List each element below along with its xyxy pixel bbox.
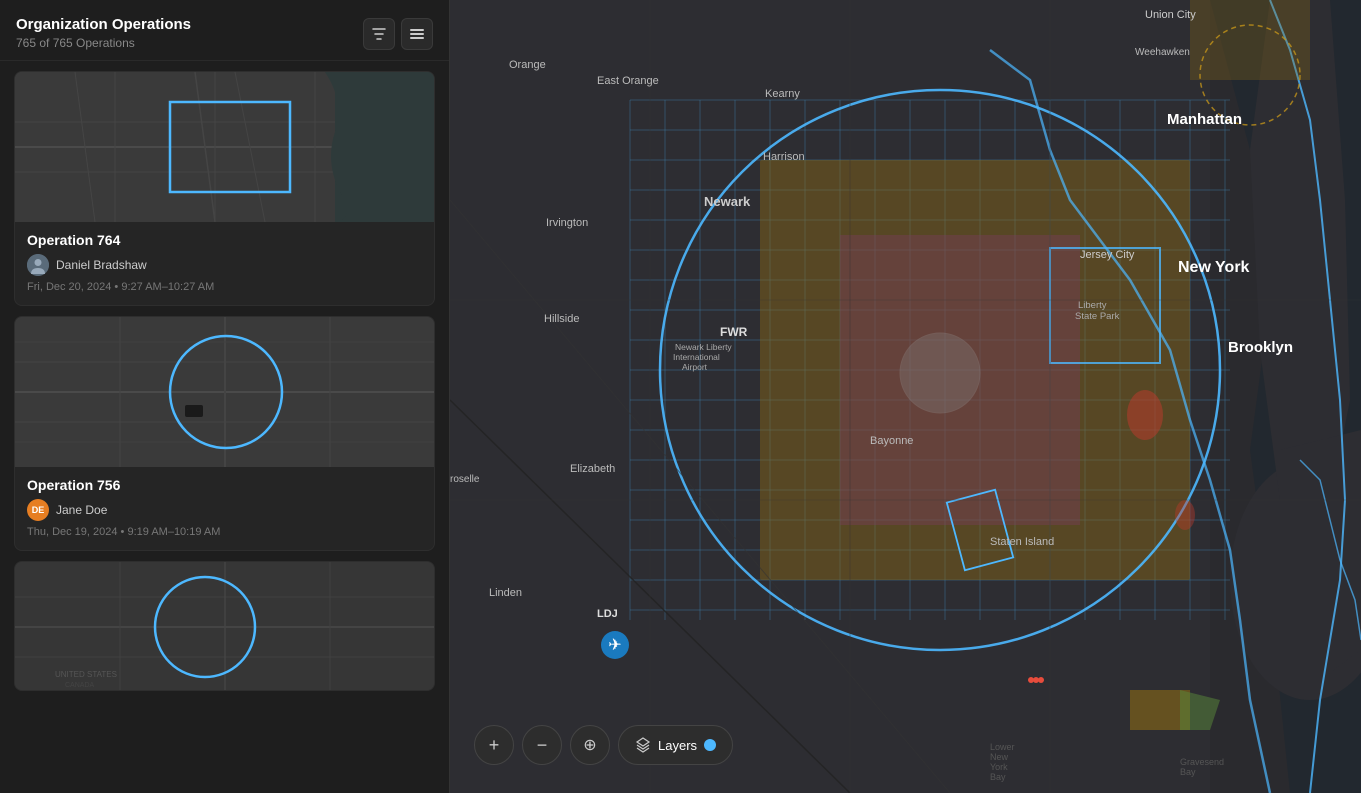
svg-text:York: York	[990, 762, 1008, 772]
user-avatar-764	[27, 254, 49, 276]
operation-info-764: Operation 764 Daniel Bradshaw Fri, Dec 2…	[15, 222, 434, 305]
operation-card-partial[interactable]: UNITED STATES CANADA	[14, 561, 435, 691]
sidebar-list: Operation 764 Daniel Bradshaw Fri, Dec 2…	[0, 61, 449, 793]
username-764: Daniel Bradshaw	[56, 258, 147, 272]
map-area[interactable]: ✈ Orange East Orange Kearny Union City W…	[450, 0, 1361, 793]
svg-text:✈: ✈	[608, 637, 621, 654]
svg-text:New: New	[990, 752, 1009, 762]
label-hillside: Hillside	[544, 313, 579, 325]
svg-text:International: International	[673, 352, 720, 362]
user-avatar-756: DE	[27, 499, 49, 521]
label-fwr: FWR	[720, 325, 748, 339]
label-manhattan: Manhattan	[1167, 111, 1242, 128]
operation-user-764: Daniel Bradshaw	[27, 254, 422, 276]
label-liberty-state: Liberty	[1078, 300, 1107, 311]
label-linden: Linden	[489, 587, 522, 599]
operation-thumb-764	[15, 72, 434, 222]
sidebar-subtitle: 765 of 765 Operations	[16, 36, 191, 50]
layers-label: Layers	[658, 738, 697, 753]
filter-button[interactable]	[363, 18, 395, 50]
compass-icon: ⊕	[583, 735, 596, 755]
label-ldj: LDJ	[597, 608, 618, 620]
svg-text:CANADA: CANADA	[65, 682, 95, 689]
zoom-out-icon: −	[537, 735, 548, 756]
layers-indicator-dot	[704, 739, 716, 751]
operation-date-756: Thu, Dec 19, 2024 • 9:19 AM–10:19 AM	[27, 526, 422, 538]
compass-button[interactable]: ⊕	[570, 725, 610, 765]
operation-thumb-partial: UNITED STATES CANADA	[15, 562, 434, 691]
label-newark: Newark	[704, 194, 751, 209]
label-harrison: Harrison	[763, 151, 805, 163]
label-airport-full: Newark Liberty	[675, 342, 732, 352]
operation-card-756[interactable]: Operation 756 DE Jane Doe Thu, Dec 19, 2…	[14, 316, 435, 551]
label-brooklyn: Brooklyn	[1228, 339, 1293, 356]
operation-date-764: Fri, Dec 20, 2024 • 9:27 AM–10:27 AM	[27, 281, 422, 293]
label-east-orange: East Orange	[597, 75, 659, 87]
label-kearny: Kearny	[765, 88, 800, 100]
sidebar-header: Organization Operations 765 of 765 Opera…	[0, 0, 449, 61]
label-staten-island: Staten Island	[990, 536, 1054, 548]
svg-text:Airport: Airport	[682, 362, 708, 372]
svg-text:Bay: Bay	[1180, 767, 1196, 777]
map-canvas: ✈ Orange East Orange Kearny Union City W…	[450, 0, 1361, 793]
sidebar: Organization Operations 765 of 765 Opera…	[0, 0, 450, 793]
operation-thumb-756	[15, 317, 434, 467]
label-weehawken: Weehawken	[1135, 47, 1190, 58]
label-elizabeth: Elizabeth	[570, 463, 615, 475]
sidebar-title: Organization Operations	[16, 16, 191, 33]
label-irvington: Irvington	[546, 217, 588, 229]
zoom-in-button[interactable]: +	[474, 725, 514, 765]
sidebar-actions	[363, 18, 433, 50]
svg-text:State Park: State Park	[1075, 311, 1120, 322]
operation-info-756: Operation 756 DE Jane Doe Thu, Dec 19, 2…	[15, 467, 434, 550]
svg-text:Gravesend: Gravesend	[1180, 757, 1224, 767]
operation-card-764[interactable]: Operation 764 Daniel Bradshaw Fri, Dec 2…	[14, 71, 435, 306]
svg-text:Lower: Lower	[990, 742, 1015, 752]
label-roselle: roselle	[450, 474, 480, 485]
zoom-in-icon: +	[489, 735, 500, 756]
operation-user-756: DE Jane Doe	[27, 499, 422, 521]
svg-text:Bay: Bay	[990, 772, 1006, 782]
label-bayonne: Bayonne	[870, 435, 913, 447]
label-new-york: New York	[1178, 259, 1250, 276]
layers-icon	[635, 737, 651, 753]
svg-text:UNITED STATES: UNITED STATES	[55, 670, 117, 679]
map-controls: + − ⊕ Layers	[474, 725, 733, 765]
username-756: Jane Doe	[56, 503, 107, 517]
layers-button[interactable]: Layers	[618, 725, 733, 765]
sidebar-title-group: Organization Operations 765 of 765 Opera…	[16, 16, 191, 50]
list-view-button[interactable]	[401, 18, 433, 50]
zoom-out-button[interactable]: −	[522, 725, 562, 765]
operation-name-756: Operation 756	[27, 477, 422, 493]
label-jersey-city: Jersey City	[1080, 249, 1135, 261]
label-union-city: Union City	[1145, 9, 1196, 21]
label-orange: Orange	[509, 59, 546, 71]
operation-name-764: Operation 764	[27, 232, 422, 248]
